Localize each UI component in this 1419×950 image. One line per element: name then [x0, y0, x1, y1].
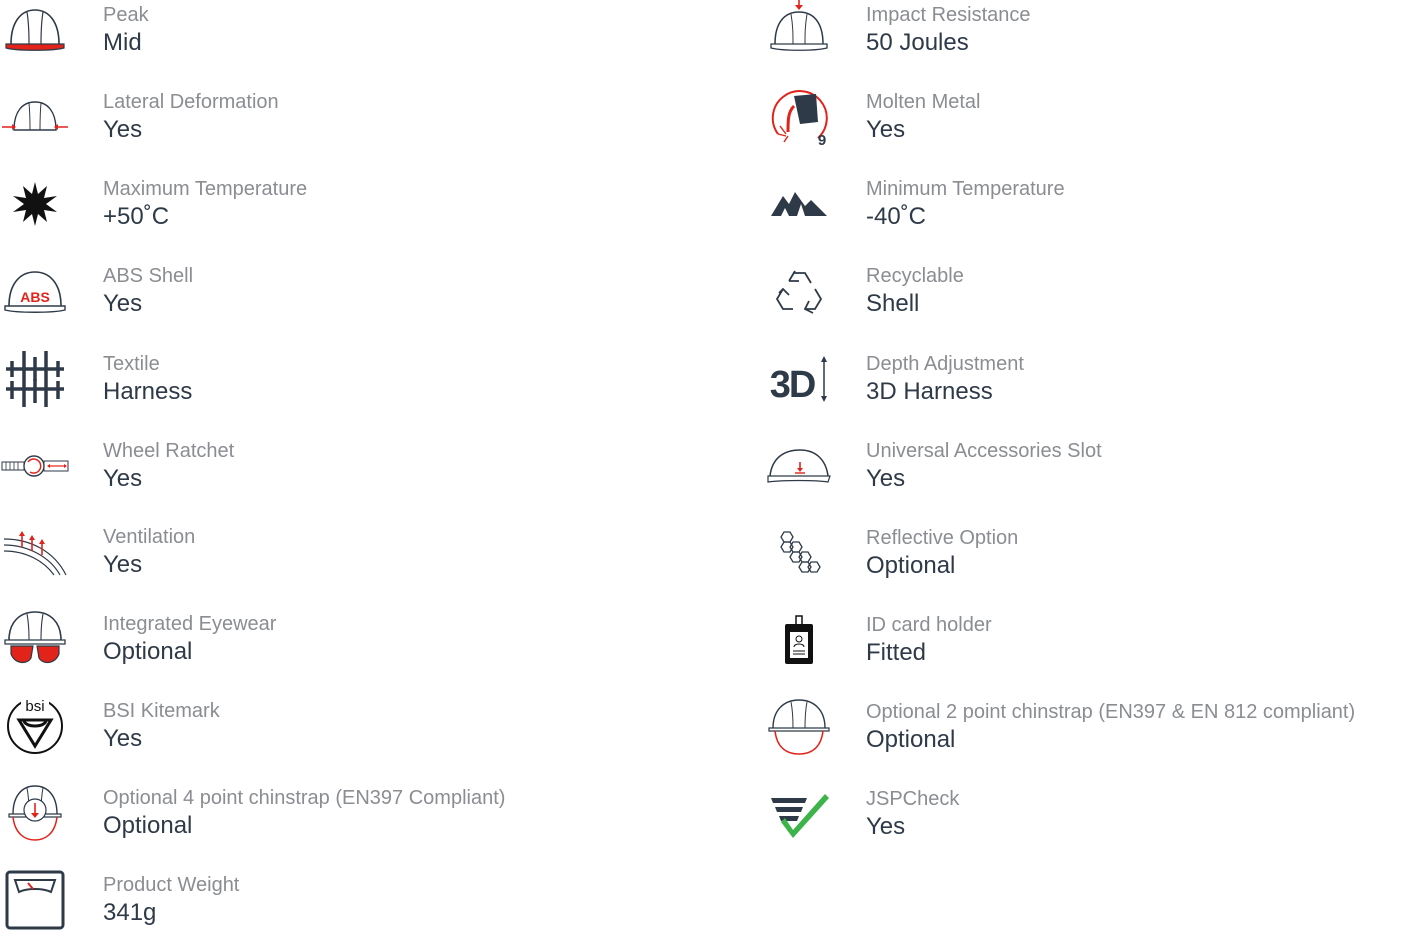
feature-reflective-option: Reflective Option Optional — [764, 523, 1414, 603]
feature-textile: Textile Harness — [0, 349, 650, 429]
feature-label: Recyclable — [866, 265, 964, 287]
wheel-ratchet-icon — [0, 436, 70, 496]
sun-icon — [0, 174, 70, 234]
feature-label: Ventilation — [103, 526, 196, 548]
depth-3d-text: 3D — [770, 364, 815, 405]
feature-value: Harness — [103, 378, 193, 405]
feature-label: Minimum Temperature — [866, 178, 1065, 200]
feature-2-point-chinstrap: Optional 2 point chinstrap (EN397 & EN 8… — [764, 697, 1414, 777]
feature-lateral-deformation: Lateral Deformation Yes — [0, 87, 650, 167]
feature-peak: Peak Mid — [0, 0, 650, 80]
feature-grid: Peak Mid Lateral Deformation Yes Maximum… — [0, 0, 1419, 930]
feature-universal-accessories-slot: Universal Accessories Slot Yes — [764, 436, 1414, 516]
feature-4-point-chinstrap: Optional 4 point chinstrap (EN397 Compli… — [0, 783, 650, 863]
feature-recyclable: Recyclable Shell — [764, 261, 1414, 341]
feature-value: Optional — [866, 552, 956, 579]
feature-value: 50 Joules — [866, 29, 969, 56]
depth-3d-icon: 3D — [764, 349, 834, 409]
feature-abs-shell: ABS ABS Shell Yes — [0, 261, 650, 341]
feature-value: Yes — [866, 465, 906, 492]
feature-value: Optional — [866, 726, 956, 753]
feature-label: Peak — [103, 4, 149, 26]
feature-label: Depth Adjustment — [866, 353, 1024, 375]
lateral-deformation-icon — [0, 87, 70, 147]
feature-value: Optional — [103, 638, 193, 665]
feature-label: Integrated Eyewear — [103, 613, 277, 635]
bsi-text: bsi — [25, 698, 44, 715]
feature-label: ID card holder — [866, 614, 992, 636]
eyewear-helmet-icon — [0, 609, 70, 669]
feature-label: Wheel Ratchet — [103, 440, 235, 462]
molten-metal-rating: 9 — [818, 132, 826, 148]
feature-label: Maximum Temperature — [103, 178, 308, 200]
feature-id-card-holder: ID card holder Fitted — [764, 610, 1414, 690]
feature-jspcheck: JSPCheck Yes — [764, 784, 1414, 864]
feature-label: Optional 4 point chinstrap (EN397 Compli… — [103, 787, 506, 809]
mountains-icon — [764, 174, 834, 234]
feature-value: Yes — [866, 813, 906, 840]
chinstrap-2-point-icon — [764, 697, 834, 757]
feature-value: 3D Harness — [866, 378, 993, 405]
feature-impact-resistance: Impact Resistance 50 Joules — [764, 0, 1414, 80]
helmet-peak-icon — [0, 0, 70, 60]
feature-label: Textile — [103, 353, 160, 375]
accessory-slot-icon — [764, 436, 834, 496]
feature-value: Yes — [103, 725, 143, 752]
feature-label: ABS Shell — [103, 265, 194, 287]
feature-ventilation: Ventilation Yes — [0, 522, 650, 602]
feature-label: BSI Kitemark — [103, 700, 220, 722]
impact-helmet-icon — [764, 0, 834, 60]
abs-shell-icon: ABS — [0, 261, 70, 321]
molten-metal-icon: 9 — [764, 87, 834, 148]
feature-integrated-eyewear: Integrated Eyewear Optional — [0, 609, 650, 689]
feature-minimum-temperature: Minimum Temperature -40˚C — [764, 174, 1414, 254]
bsi-kitemark-icon: bsi — [0, 696, 70, 756]
abs-text: ABS — [20, 289, 50, 305]
feature-product-weight: Product Weight 341g — [0, 870, 650, 950]
feature-value: Mid — [103, 29, 142, 56]
recycle-icon — [764, 261, 834, 321]
feature-value: Optional — [103, 812, 193, 839]
id-card-icon — [764, 610, 834, 670]
jspcheck-icon — [764, 784, 834, 844]
feature-value: +50˚C — [103, 203, 170, 230]
feature-label: Reflective Option — [866, 527, 1019, 549]
feature-label: Universal Accessories Slot — [866, 440, 1102, 462]
feature-wheel-ratchet: Wheel Ratchet Yes — [0, 436, 650, 516]
feature-value: Fitted — [866, 639, 927, 666]
weighing-scale-icon — [0, 870, 70, 930]
feature-value: -40˚C — [866, 203, 927, 230]
feature-label: JSPCheck — [866, 788, 960, 810]
feature-value: 341g — [103, 899, 157, 926]
feature-value: Yes — [103, 116, 143, 143]
feature-value: Yes — [103, 551, 143, 578]
feature-label: Optional 2 point chinstrap (EN397 & EN 8… — [866, 701, 1356, 723]
feature-value: Shell — [866, 290, 920, 317]
feature-value: Yes — [866, 116, 906, 143]
feature-label: Lateral Deformation — [103, 91, 279, 113]
feature-value: Yes — [103, 465, 143, 492]
ventilation-icon — [0, 522, 70, 582]
feature-label: Molten Metal — [866, 91, 981, 113]
chinstrap-4-point-icon — [0, 783, 70, 843]
textile-grid-icon — [0, 349, 70, 409]
feature-maximum-temperature: Maximum Temperature +50˚C — [0, 174, 650, 254]
feature-label: Product Weight — [103, 874, 240, 896]
feature-bsi-kitemark: bsi BSI Kitemark Yes — [0, 696, 650, 776]
hexagons-icon — [764, 523, 834, 583]
feature-value: Yes — [103, 290, 143, 317]
feature-depth-adjustment: 3D Depth Adjustment 3D Harness — [764, 349, 1414, 429]
feature-label: Impact Resistance — [866, 4, 1031, 26]
feature-molten-metal: 9 Molten Metal Yes — [764, 87, 1414, 167]
